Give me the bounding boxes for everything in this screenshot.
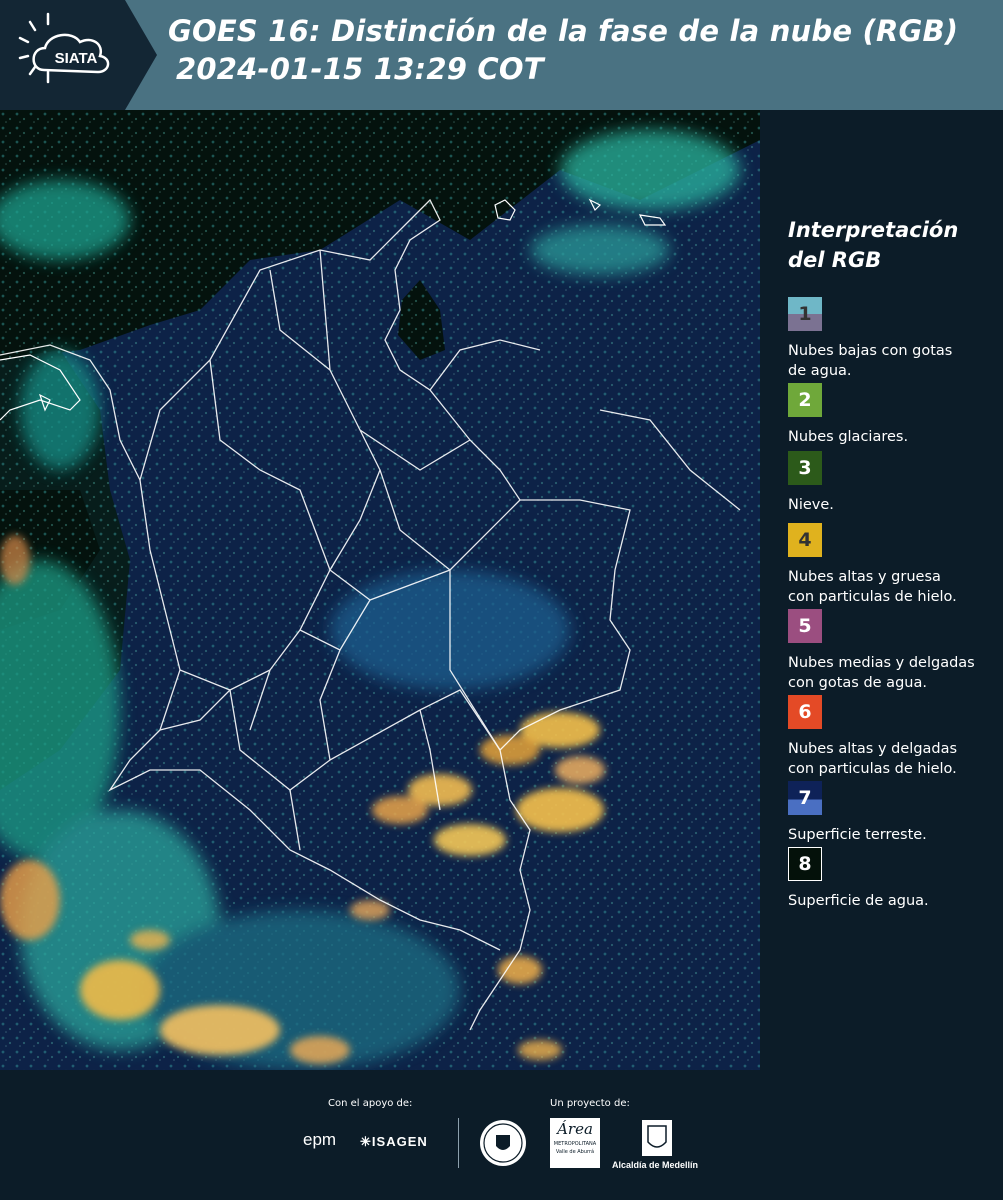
legend-label: Nieve.	[788, 497, 834, 513]
legend-item: 5 Nubes medias y delgadas con gotas de ag…	[788, 609, 998, 695]
isagen-logo: ✳ISAGEN	[360, 1134, 428, 1149]
header-bar: SIATA GOES 16: Distinción de la fase de …	[0, 0, 1003, 110]
legend-item: 1 Nubes bajas con gotas de agua.	[788, 297, 998, 383]
legend-label: Nubes glaciares.	[788, 429, 909, 445]
legend-panel: Interpretación del RGB 1 Nubes bajas con…	[788, 215, 998, 933]
legend-swatch-2: 2	[788, 383, 822, 417]
legend-label: Nubes altas y delgadas con particulas de …	[788, 741, 958, 777]
legend-num: 1	[798, 303, 812, 325]
legend-num: 4	[798, 529, 812, 551]
legend-item: 6 Nubes altas y delgadas con particulas d…	[788, 695, 998, 781]
legend-swatch-8: 8	[788, 847, 822, 881]
area-metropolitana-logo: Área METROPOLITANA Valle de Aburrá	[550, 1118, 600, 1168]
legend-item: 7 Superficie terreste.	[788, 781, 998, 847]
legend-num: 3	[798, 457, 812, 479]
satellite-map	[0, 110, 760, 1070]
legend-swatch-3: 3	[788, 451, 822, 485]
legend-swatch-4: 4	[788, 523, 822, 557]
legend-num: 8	[798, 853, 812, 875]
legend-label: Nubes medias y delgadas con gotas de agua…	[788, 655, 975, 691]
legend-num: 5	[798, 615, 812, 637]
legend-label: Nubes bajas con gotas de agua.	[788, 343, 953, 379]
logo-text: SIATA	[55, 50, 98, 67]
legend-item: 3 Nieve.	[788, 451, 998, 523]
title-line-1: GOES 16: Distinción de la fase de la nub…	[168, 14, 959, 48]
legend-swatch-7: 7	[788, 781, 822, 815]
siata-logo: SIATA	[0, 0, 160, 110]
legend-num: 7	[798, 787, 812, 809]
legend-label: Nubes altas y gruesa con particulas de hi…	[788, 569, 957, 605]
isagen-icon: ✳	[360, 1134, 372, 1149]
legend-swatch-5: 5	[788, 609, 822, 643]
legend-title-line-2: del RGB	[788, 248, 882, 272]
legend-title: Interpretación del RGB	[788, 215, 998, 275]
legend-num: 6	[798, 701, 812, 723]
footer: Con el apoyo de: Un proyecto de: epm ✳IS…	[0, 1070, 1003, 1200]
legend-swatch-1: 1	[788, 297, 822, 331]
legend-num: 2	[798, 389, 812, 411]
project-label: Un proyecto de:	[550, 1098, 630, 1109]
legend-label: Superficie de agua.	[788, 893, 929, 909]
legend-swatch-6: 6	[788, 695, 822, 729]
epm-logo: epm	[303, 1130, 337, 1149]
legend-label: Superficie terreste.	[788, 827, 927, 843]
alcaldia-seal-icon	[640, 1118, 674, 1162]
alcaldia-label: Alcaldía de Medellín	[612, 1160, 699, 1170]
legend-item: 2 Nubes glaciares.	[788, 383, 998, 451]
page-title: GOES 16: Distinción de la fase de la nub…	[168, 12, 958, 88]
title-line-2: 2024-01-15 13:29 COT	[176, 52, 544, 86]
medellin-seal-icon	[478, 1118, 528, 1172]
legend-title-line-1: Interpretación	[788, 218, 959, 242]
legend-item: 8 Superficie de agua.	[788, 847, 998, 933]
support-label: Con el apoyo de:	[328, 1098, 413, 1109]
footer-divider	[458, 1118, 459, 1168]
legend-item: 4 Nubes altas y gruesa con particulas de …	[788, 523, 998, 609]
